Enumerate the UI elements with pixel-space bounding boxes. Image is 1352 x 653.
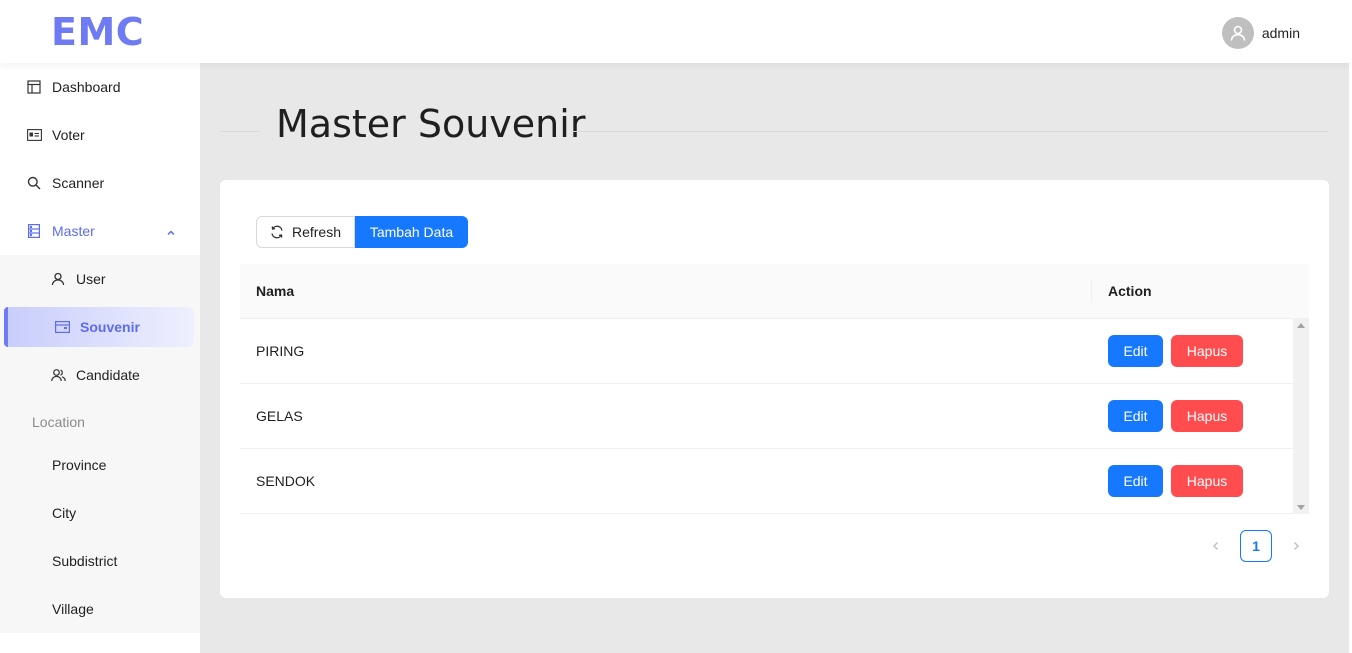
sidebar-item-label: Master [52,223,95,239]
search-icon [26,175,42,191]
sidebar-item-label: Voter [52,127,85,143]
user-name[interactable]: admin [1262,25,1300,41]
sidebar-item-label: Scanner [52,175,105,191]
sidebar-item-label: Village [52,601,94,617]
chevron-up-icon[interactable] [166,225,176,241]
wallet-icon [54,319,70,335]
sidebar-item-province[interactable]: Province [0,445,200,485]
content-card: Refresh Tambah Data Nama Action PIRING E… [220,180,1329,598]
souvenir-table: Nama Action PIRING Edit Hapus GELAS Edit… [240,264,1309,514]
sidebar: Dashboard Voter Scanner Master User Souv… [0,63,200,653]
sidebar-item-city[interactable]: City [0,493,200,533]
user-icon [50,271,66,287]
refresh-label: Refresh [291,224,342,240]
sidebar-item-voter[interactable]: Voter [0,115,200,155]
id-card-icon [26,127,42,143]
page-number-button[interactable]: 1 [1240,530,1272,562]
sidebar-item-souvenir[interactable]: Souvenir [4,307,194,347]
edit-button[interactable]: Edit [1108,400,1163,432]
app-logo[interactable]: EMC [51,10,144,54]
sidebar-item-village[interactable]: Village [0,589,200,629]
table-row: PIRING Edit Hapus [240,319,1293,384]
scroll-down-arrow[interactable] [1297,505,1305,510]
edit-button[interactable]: Edit [1108,465,1163,497]
chevron-left-icon [1213,542,1218,550]
avatar[interactable] [1221,17,1254,49]
scroll-up-arrow[interactable] [1297,323,1305,328]
sidebar-item-user[interactable]: User [0,259,200,299]
sidebar-item-dashboard[interactable]: Dashboard [0,67,200,107]
team-icon [50,367,66,383]
divider [572,131,1328,132]
column-header-action: Action [1108,283,1152,299]
column-header-nama[interactable]: Nama [256,283,294,299]
table-row: GELAS Edit Hapus [240,384,1293,449]
delete-button[interactable]: Hapus [1171,400,1243,432]
user-avatar-icon [1230,25,1246,41]
sidebar-item-scanner[interactable]: Scanner [0,163,200,203]
delete-button[interactable]: Hapus [1171,465,1243,497]
divider [220,131,260,132]
sidebar-item-master[interactable]: Master [0,211,200,251]
delete-button[interactable]: Hapus [1171,335,1243,367]
cell-nama: GELAS [256,408,303,424]
sidebar-item-label: User [76,271,106,287]
chevron-right-icon [1294,542,1299,550]
sidebar-item-label: Province [52,457,107,473]
user-menu[interactable]: admin [1221,17,1300,49]
prev-page-button[interactable] [1200,530,1232,562]
edit-button[interactable]: Edit [1108,335,1163,367]
table-body: PIRING Edit Hapus GELAS Edit Hapus SENDO… [240,319,1309,514]
refresh-button[interactable]: Refresh [256,216,355,248]
table-scrollbar[interactable] [1293,319,1309,514]
table-row: SENDOK Edit Hapus [240,449,1293,514]
sidebar-item-label: Subdistrict [52,553,118,569]
reload-icon [271,225,283,239]
add-data-button[interactable]: Tambah Data [355,216,468,248]
column-separator [1091,280,1092,302]
dashboard-icon [26,79,42,95]
sidebar-item-subdistrict[interactable]: Subdistrict [0,541,200,581]
top-header: EMC admin [0,0,1352,63]
sidebar-item-label: Souvenir [80,319,140,335]
pagination: 1 [1200,530,1312,562]
sidebar-item-label: Dashboard [52,79,121,95]
page-title: Master Souvenir [276,102,586,146]
database-icon [26,223,42,239]
table-header: Nama Action [240,264,1309,319]
page-title-row: Master Souvenir [220,98,1330,164]
sidebar-item-label: City [52,505,77,521]
add-data-label: Tambah Data [369,224,454,240]
cell-nama: SENDOK [256,473,316,489]
cell-nama: PIRING [256,343,305,359]
sidebar-item-candidate[interactable]: Candidate [0,355,200,395]
sidebar-item-label: Candidate [76,367,140,383]
next-page-button[interactable] [1280,530,1312,562]
sidebar-group-location: Location [32,414,85,430]
